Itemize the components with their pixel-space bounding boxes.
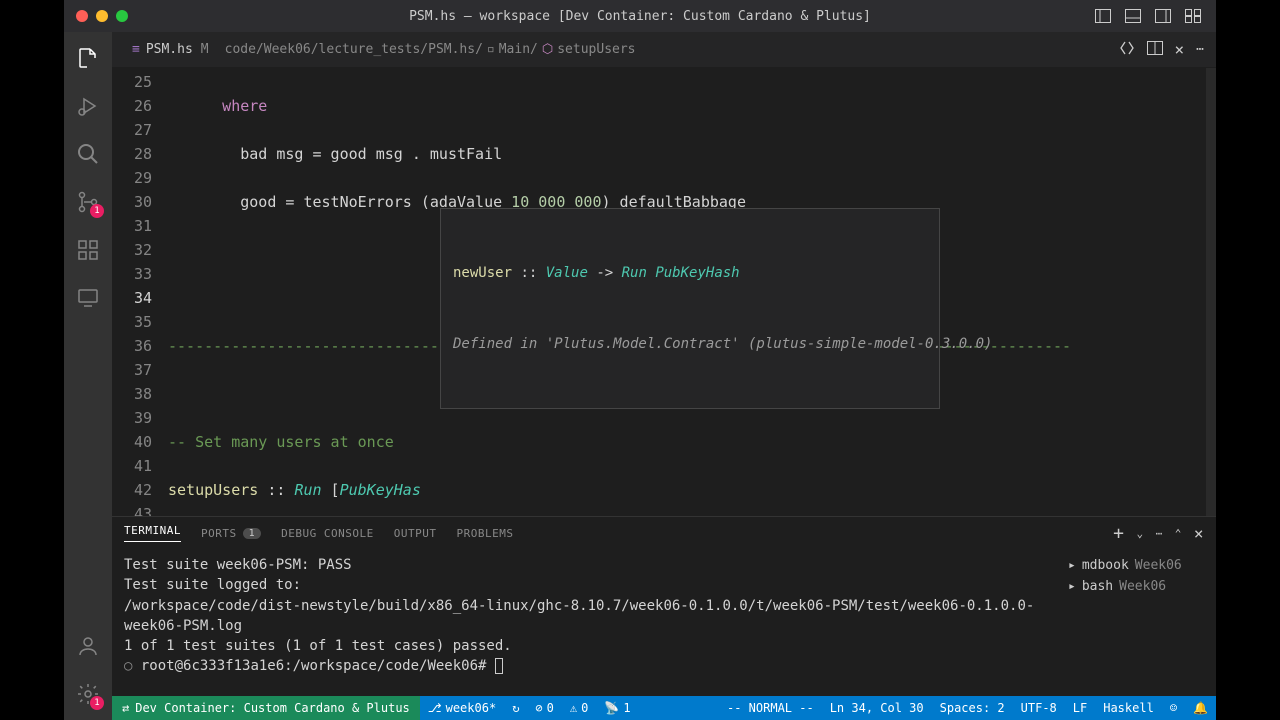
explorer-icon[interactable]	[74, 44, 102, 72]
extensions-icon[interactable]	[74, 236, 102, 264]
layout-icon-3[interactable]	[1152, 7, 1174, 25]
breadcrumb[interactable]: code/Week06/lecture_tests/PSM.hs/ ▫ Main…	[225, 42, 636, 57]
vim-mode: -- NORMAL --	[719, 701, 822, 715]
terminal-dropdown-icon[interactable]: ⌄	[1136, 527, 1143, 540]
source-control-icon[interactable]: 1	[74, 188, 102, 216]
panel-more-icon[interactable]: ⋯	[1156, 527, 1163, 540]
radio-count[interactable]: 📡1	[596, 701, 638, 715]
terminal-output[interactable]: Test suite week06-PSM: PASSTest suite lo…	[112, 549, 1056, 696]
close-panel-icon[interactable]: ×	[1194, 524, 1204, 543]
panel-tab-debug[interactable]: DEBUG CONSOLE	[281, 527, 374, 540]
activity-bar: 1 1	[64, 32, 112, 720]
symbol-icon: ⬡	[542, 42, 553, 57]
code-area[interactable]: where bad msg = good msg . mustFail good…	[168, 68, 1206, 516]
terminal-icon: ▸	[1068, 579, 1076, 594]
remote-indicator[interactable]: ⇄Dev Container: Custom Cardano & Plutus	[112, 696, 420, 720]
settings-gear-icon[interactable]: 1	[74, 680, 102, 708]
maximize-panel-icon[interactable]: ⌃	[1175, 527, 1182, 540]
editor[interactable]: 25262728293031323334353637383940414243 w…	[112, 68, 1216, 516]
panel-tab-problems[interactable]: PROBLEMS	[456, 527, 513, 540]
warnings-count[interactable]: ⚠0	[562, 701, 596, 715]
terminal-icon: ▸	[1068, 558, 1076, 573]
feedback-icon[interactable]: ☺	[1162, 701, 1185, 715]
language-mode[interactable]: Haskell	[1095, 701, 1162, 715]
tab-psm[interactable]: ≡ PSM.hs M	[124, 42, 217, 57]
terminal-cursor	[495, 658, 503, 674]
terminal-item-mdbook[interactable]: ▸mdbook Week06	[1068, 555, 1204, 576]
run-debug-icon[interactable]	[74, 92, 102, 120]
panel-tab-ports[interactable]: PORTS1	[201, 527, 261, 540]
panel: TERMINAL PORTS1 DEBUG CONSOLE OUTPUT PRO…	[112, 516, 1216, 696]
minimize-window[interactable]	[96, 10, 108, 22]
hover-tooltip: newUser :: Value -> Run PubKeyHash Defin…	[440, 208, 940, 409]
error-icon: ⊘	[535, 701, 542, 715]
remote-explorer-icon[interactable]	[74, 284, 102, 312]
search-icon[interactable]	[74, 140, 102, 168]
branch-icon: ⎇	[428, 701, 442, 715]
split-editor-icon[interactable]	[1147, 41, 1163, 59]
errors-count[interactable]: ⊘0	[527, 701, 561, 715]
encoding[interactable]: UTF-8	[1013, 701, 1065, 715]
file-icon: ▫	[487, 42, 495, 57]
more-icon[interactable]: ⋯	[1196, 42, 1204, 57]
scm-badge: 1	[90, 204, 104, 218]
haskell-file-icon: ≡	[132, 42, 140, 57]
warning-icon: ⚠	[570, 701, 577, 715]
minimap[interactable]	[1206, 68, 1216, 516]
settings-badge: 1	[90, 696, 104, 710]
git-branch[interactable]: ⎇week06*	[420, 701, 504, 715]
cursor-position[interactable]: Ln 34, Col 30	[822, 701, 932, 715]
terminal-list: ▸mdbook Week06 ▸bash Week06	[1056, 549, 1216, 696]
indentation[interactable]: Spaces: 2	[932, 701, 1013, 715]
accounts-icon[interactable]	[74, 632, 102, 660]
window-title: PSM.hs — workspace [Dev Container: Custo…	[409, 9, 871, 24]
panel-tab-terminal[interactable]: TERMINAL	[124, 524, 181, 542]
close-tab-icon[interactable]: ×	[1175, 40, 1185, 59]
tab-filename: PSM.hs	[146, 42, 193, 57]
notifications-icon[interactable]: 🔔	[1185, 701, 1216, 715]
remote-icon: ⇄	[122, 701, 129, 715]
compare-icon[interactable]	[1119, 40, 1135, 60]
close-window[interactable]	[76, 10, 88, 22]
status-bar: ⇄Dev Container: Custom Cardano & Plutus …	[112, 696, 1216, 720]
maximize-window[interactable]	[116, 10, 128, 22]
broadcast-icon: 📡	[604, 701, 619, 715]
line-gutter: 25262728293031323334353637383940414243	[112, 68, 168, 516]
tab-bar: ≡ PSM.hs M code/Week06/lecture_tests/PSM…	[112, 32, 1216, 68]
layout-icon-1[interactable]	[1092, 7, 1114, 25]
eol[interactable]: LF	[1065, 701, 1095, 715]
titlebar: PSM.hs — workspace [Dev Container: Custo…	[64, 0, 1216, 32]
panel-tab-output[interactable]: OUTPUT	[394, 527, 437, 540]
sync-icon[interactable]: ↻	[504, 701, 527, 715]
new-terminal-icon[interactable]: +	[1113, 523, 1124, 544]
modified-indicator: M	[201, 42, 209, 57]
layout-icon-2[interactable]	[1122, 7, 1144, 25]
terminal-item-bash[interactable]: ▸bash Week06	[1068, 576, 1204, 597]
layout-icon-4[interactable]	[1182, 7, 1204, 25]
